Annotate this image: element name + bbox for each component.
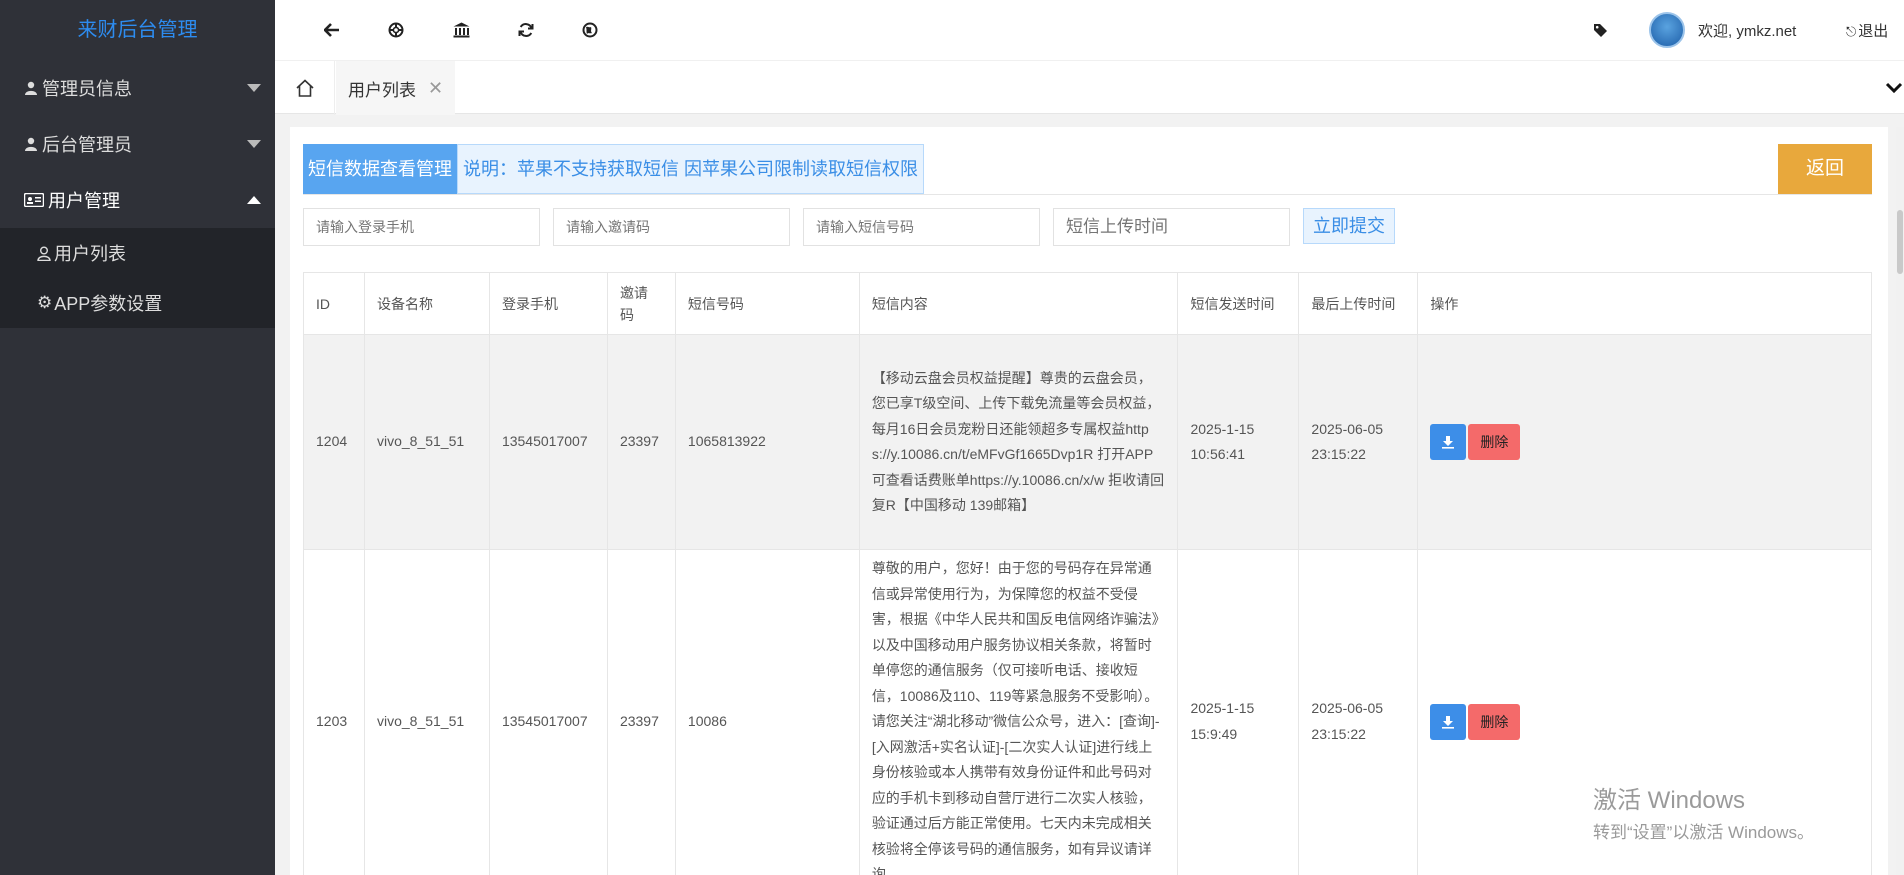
col-header-phone: 登录手机 xyxy=(488,272,608,335)
cell-sms-number: 1065813922 xyxy=(674,334,860,550)
avatar[interactable] xyxy=(1649,12,1685,48)
col-header-device: 设备名称 xyxy=(363,272,490,335)
upload-time: 23:15:22 xyxy=(1311,446,1366,462)
sidebar: 来财后台管理 管理员信息 后台管理员 用户管理 用户列表 ⚙ APP参数设置 xyxy=(0,0,275,875)
sidebar-item-label: 管理员信息 xyxy=(42,79,132,99)
watermark-line1: 激活 Windows xyxy=(1593,787,1746,814)
id-card-icon xyxy=(24,193,44,207)
table-header-row: ID 设备名称 登录手机 邀请码 短信号码 短信内容 短信发送时间 最后上传时间… xyxy=(303,272,1872,335)
watermark-line2: 转到“设置”以激活 Windows。 xyxy=(1593,823,1815,842)
home-tab[interactable] xyxy=(275,61,335,115)
download-icon xyxy=(1442,436,1455,449)
brand-title[interactable]: 来财后台管理 xyxy=(0,0,275,60)
sidebar-item-label: 用户管理 xyxy=(48,191,120,211)
sidebar-subitem-user-list[interactable]: 用户列表 xyxy=(0,228,275,278)
col-header-send-time: 短信发送时间 xyxy=(1177,272,1300,335)
logout-icon: ⎋ xyxy=(1846,24,1857,39)
sidebar-subitem-label: 用户列表 xyxy=(54,244,126,264)
submit-button[interactable]: 立即提交 xyxy=(1303,208,1395,244)
close-icon[interactable]: ✕ xyxy=(428,78,443,99)
col-header-invite: 邀请码 xyxy=(606,272,676,335)
cell-id: 1204 xyxy=(303,334,365,550)
back-button[interactable]: 返回 xyxy=(1778,144,1872,194)
chevron-down-icon xyxy=(247,84,261,92)
col-header-upload-time: 最后上传时间 xyxy=(1298,272,1419,335)
cell-id: 1203 xyxy=(303,549,365,875)
sms-number-filter-input[interactable] xyxy=(803,208,1040,246)
cell-upload-time: 2025-06-05 23:15:22 xyxy=(1298,334,1419,550)
user-icon xyxy=(25,137,37,151)
arrow-left-icon[interactable] xyxy=(322,20,342,40)
chevron-down-icon[interactable] xyxy=(1884,78,1904,98)
chevron-down-icon xyxy=(247,140,261,148)
send-date: 2025-1-15 xyxy=(1190,420,1255,437)
sidebar-subitem-label: APP参数设置 xyxy=(54,294,163,314)
cell-invite: 23397 xyxy=(606,334,676,550)
user-icon xyxy=(25,81,37,95)
cell-send-time: 2025-1-15 10:56:41 xyxy=(1177,334,1300,550)
panel-title-bar: 短信数据查看管理 说明：苹果不支持获取短信 因苹果公司限制读取短信权限 xyxy=(303,144,924,194)
tab-bar: 用户列表 ✕ xyxy=(275,60,1904,115)
sidebar-item-admin-info[interactable]: 管理员信息 xyxy=(0,60,275,116)
scrollbar-thumb[interactable] xyxy=(1897,210,1903,274)
cell-invite: 23397 xyxy=(606,549,676,875)
sidebar-item-label: 后台管理员 xyxy=(42,135,132,155)
col-header-id: ID xyxy=(303,272,365,335)
submenu-user-management: 用户列表 ⚙ APP参数设置 xyxy=(0,228,275,328)
tab-label: 用户列表 xyxy=(348,80,416,100)
download-button[interactable] xyxy=(1430,424,1467,460)
cell-sms-number: 10086 xyxy=(674,549,860,875)
cell-phone: 13545017007 xyxy=(488,549,608,875)
lifebuoy-icon[interactable] xyxy=(386,20,406,40)
logout-link[interactable]: ⎋ 退出 xyxy=(1846,20,1888,41)
send-time: 10:56:41 xyxy=(1190,446,1245,462)
col-header-content: 短信内容 xyxy=(858,272,1179,335)
table-row: 1204 vivo_8_51_51 13545017007 23397 1065… xyxy=(303,334,1872,550)
cell-upload-time: 2025-06-05 23:15:22 xyxy=(1298,549,1419,875)
windows-activation-watermark: 激活 Windows 转到“设置”以激活 Windows。 xyxy=(1593,780,1814,843)
globe-icon[interactable] xyxy=(580,20,600,40)
sidebar-item-user-management[interactable]: 用户管理 xyxy=(0,172,275,228)
home-icon xyxy=(295,79,314,97)
cell-content: 尊敬的用户，您好！由于您的号码存在异常通信或异常使用行为，为保障您的权益不受侵害… xyxy=(858,549,1179,875)
divider xyxy=(303,194,1872,195)
upload-time: 23:15:22 xyxy=(1311,725,1366,742)
send-time: 15:9:49 xyxy=(1190,725,1238,742)
bank-icon[interactable] xyxy=(451,20,471,40)
logout-label: 退出 xyxy=(1858,23,1889,40)
user-outline-icon xyxy=(37,246,51,261)
panel-note: 说明：苹果不支持获取短信 因苹果公司限制读取短信权限 xyxy=(457,144,924,194)
upload-date: 2025-06-05 xyxy=(1311,700,1384,717)
chevron-up-icon xyxy=(247,196,261,204)
send-date: 2025-1-15 xyxy=(1190,700,1255,717)
delete-button[interactable]: 删除 xyxy=(1468,424,1521,460)
tab-user-list[interactable]: 用户列表 ✕ xyxy=(336,61,456,115)
delete-button[interactable]: 删除 xyxy=(1468,703,1521,740)
tag-icon[interactable] xyxy=(1590,20,1610,40)
cell-send-time: 2025-1-15 15:9:49 xyxy=(1177,549,1300,875)
sidebar-item-backend-admins[interactable]: 后台管理员 xyxy=(0,116,275,172)
invite-code-filter-input[interactable] xyxy=(553,208,790,246)
upload-time-filter-input[interactable] xyxy=(1053,208,1290,246)
refresh-icon[interactable] xyxy=(516,20,536,40)
sidebar-subitem-app-settings[interactable]: ⚙ APP参数设置 xyxy=(0,278,275,328)
cell-content: 【移动云盘会员权益提醒】尊贵的云盘会员，您已享T级空间、上传下载免流量等会员权益… xyxy=(858,334,1179,550)
cell-actions: 删除 xyxy=(1417,334,1872,550)
download-button[interactable] xyxy=(1430,703,1467,740)
col-header-sms-number: 短信号码 xyxy=(674,272,860,335)
cell-device: vivo_8_51_51 xyxy=(363,334,490,550)
gear-icon: ⚙ xyxy=(37,293,53,312)
upload-date: 2025-06-05 xyxy=(1311,420,1384,437)
content-panel: 短信数据查看管理 说明：苹果不支持获取短信 因苹果公司限制读取短信权限 返回 立… xyxy=(290,127,1888,875)
panel-title: 短信数据查看管理 xyxy=(303,144,457,194)
welcome-text: 欢迎, ymkz.net xyxy=(1698,23,1797,40)
download-icon xyxy=(1442,715,1455,729)
cell-device: vivo_8_51_51 xyxy=(363,549,490,875)
cell-phone: 13545017007 xyxy=(488,334,608,550)
phone-filter-input[interactable] xyxy=(303,208,540,246)
col-header-actions: 操作 xyxy=(1417,272,1872,335)
